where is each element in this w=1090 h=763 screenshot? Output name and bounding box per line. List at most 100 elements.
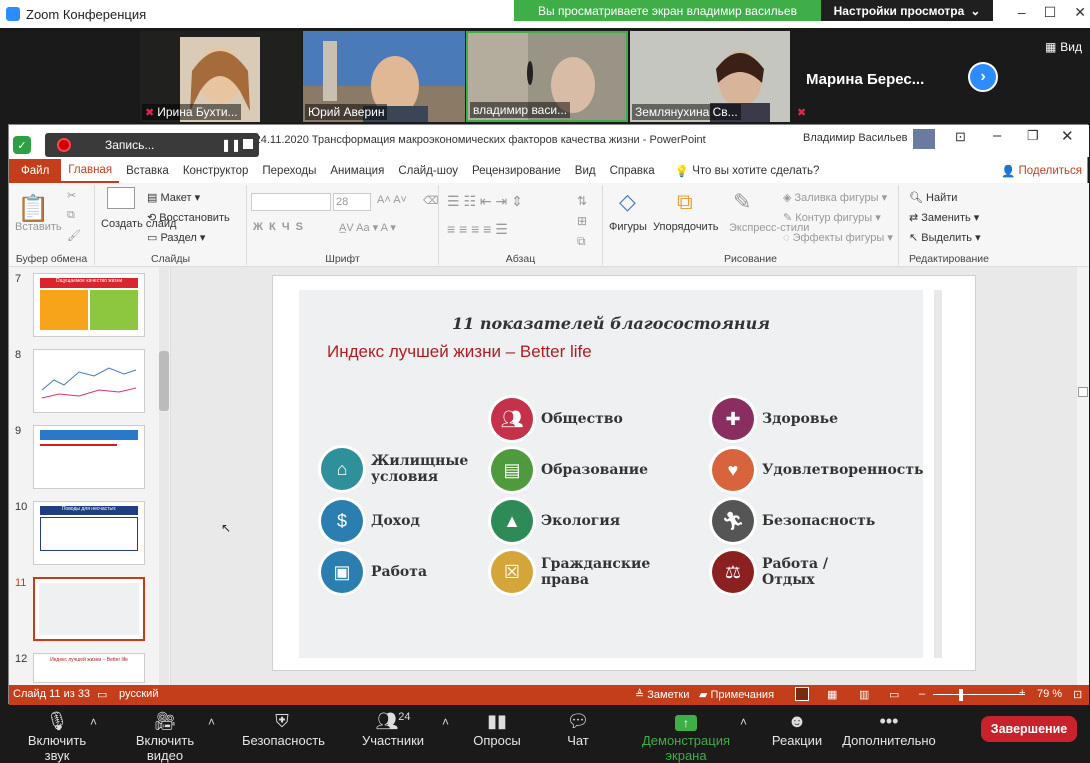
slide-thumbnail-8[interactable] [33, 349, 145, 413]
grid-icon: ▦ [1044, 40, 1057, 54]
spacing-case-icons[interactable]: A̲V Aa ▾ A ▾ [339, 221, 396, 234]
reading-view-icon[interactable]: ▥ [859, 688, 869, 701]
cut-icon[interactable]: ✂ [67, 189, 76, 202]
stop-icon[interactable] [243, 139, 253, 149]
find-button[interactable]: 🔍︎ Найти [909, 191, 957, 204]
minimize-icon[interactable]: – [1018, 4, 1026, 21]
slide-thumbnails-pane[interactable]: 7 Ощущаемое качество жизни 8 9 10 Поводы… [9, 267, 171, 685]
recording-indicator[interactable]: Запись... ❚❚ [45, 133, 259, 157]
slide-vertical-scrollbar[interactable] [1077, 267, 1089, 685]
reset-button[interactable]: ⟲ Восстановить [147, 211, 230, 224]
text-direction-icons[interactable]: ⇅ ⊞ ⧉ [577, 191, 587, 251]
view-button[interactable]: ▦ Вид [1045, 40, 1082, 54]
list-icons[interactable]: ☰ ☷ ⇤ ⇥ ⇕ [447, 193, 523, 210]
tab-slideshow[interactable]: Слайд-шоу [391, 159, 465, 183]
comments-button[interactable]: ▰ Примечания [699, 688, 774, 701]
minimize-icon[interactable]: – [993, 127, 1001, 144]
slide-sorter-icon[interactable]: ▦ [827, 688, 837, 701]
slide-canvas[interactable]: 11 показателей благосостояния Индекс луч… [171, 267, 1077, 685]
unmute-button[interactable]: 🎙︎ Включить звук [14, 711, 100, 763]
restore-icon[interactable]: ❐ [1027, 128, 1039, 144]
spellcheck-icon[interactable]: ▭ [97, 688, 107, 701]
tab-home[interactable]: Главная [61, 159, 120, 183]
new-slide-button[interactable]: Создать слайд [101, 217, 176, 231]
shape-fill-button[interactable]: ◈ Заливка фигуры ▾ [783, 191, 887, 204]
zoom-slider-thumb[interactable] [959, 689, 963, 701]
section-button[interactable]: ▭ Раздел ▾ [147, 231, 205, 244]
participants-button[interactable]: 👥︎24 Участники [360, 711, 426, 748]
font-style-buttons[interactable]: ЖКЧS [253, 221, 309, 233]
start-video-button[interactable]: 🎥︎ Включить видео [116, 711, 214, 763]
clear-format-icon[interactable]: ⌫ [423, 194, 439, 207]
tab-review[interactable]: Рецензирование [465, 159, 568, 183]
indicator-safety: 🏃︎ Безопасность [712, 500, 875, 542]
avatar[interactable] [913, 129, 935, 149]
notes-button[interactable]: ≜ Заметки [635, 688, 689, 701]
layout-button[interactable]: ▤ Макет ▾ [147, 191, 200, 204]
tab-design[interactable]: Конструктор [176, 159, 256, 183]
security-button[interactable]: ⛨ Безопасность [242, 711, 325, 748]
end-meeting-button[interactable]: Завершение [981, 716, 1077, 742]
chevron-up-icon[interactable]: ˄ [740, 715, 747, 729]
replace-button[interactable]: ⇄ Заменить ▾ [909, 211, 979, 224]
zoom-slider[interactable] [933, 694, 1025, 695]
close-icon[interactable]: ✕ [1074, 4, 1086, 21]
chat-button[interactable]: 💬︎ Чат [560, 711, 596, 748]
copy-icon[interactable]: ⧉ [67, 209, 75, 222]
more-button[interactable]: ••• Дополнительно [842, 711, 936, 748]
slide-thumbnail-12[interactable]: Индекс лучшей жизни – Better life [33, 653, 145, 683]
zoom-in-icon[interactable]: + [1019, 687, 1025, 699]
pause-icon[interactable]: ❚❚ [221, 138, 241, 152]
quick-styles-button[interactable]: Экспресс-стили [729, 221, 809, 235]
slide-thumbnail-9[interactable] [33, 425, 145, 489]
tab-help[interactable]: Справка [603, 159, 662, 183]
slide-thumbnail-11-selected[interactable] [33, 577, 145, 641]
chevron-up-icon[interactable]: ˄ [208, 715, 215, 729]
participant-tile[interactable]: ✖ Ирина Бухти... [140, 31, 302, 122]
slideshow-icon[interactable]: ▭ [889, 688, 899, 701]
shape-effects-button[interactable]: ◌ Эффекты фигуры ▾ [783, 231, 893, 244]
slide-thumbnail-7[interactable]: Ощущаемое качество жизни [33, 273, 145, 337]
polls-button[interactable]: ▮▮ Опросы [472, 711, 522, 748]
zoom-percent[interactable]: 79 % [1037, 688, 1062, 700]
font-name-input[interactable] [251, 193, 331, 211]
paste-button[interactable]: Вставить [15, 221, 62, 233]
language-indicator[interactable]: русский [119, 688, 158, 700]
tab-transitions[interactable]: Переходы [255, 159, 323, 183]
tab-view[interactable]: Вид [568, 159, 603, 183]
next-page-arrow-icon[interactable]: › [968, 62, 998, 92]
share-screen-button[interactable]: ↑ Демонстрация экрана [622, 711, 750, 763]
shapes-button[interactable]: Фигуры [609, 221, 647, 233]
tab-file[interactable]: Файл [9, 159, 62, 183]
fit-slide-icon[interactable]: ⊡ [1073, 688, 1082, 701]
participant-tile[interactable]: Юрий Аверин [303, 31, 465, 122]
participant-tile[interactable]: Марина Берес... ✖ [792, 31, 957, 122]
thumbnails-scrollbar[interactable] [159, 267, 169, 685]
ribbon-display-icon[interactable]: ⊡ [955, 129, 966, 145]
chevron-up-icon[interactable]: ˄ [90, 715, 97, 729]
arrange-button[interactable]: Упорядочить [653, 221, 718, 233]
briefcase-icon: ▣ [321, 551, 363, 593]
grow-font-icon[interactable]: A˄ A˅ [377, 194, 407, 206]
close-icon[interactable]: ✕ [1061, 127, 1074, 145]
chevron-up-icon[interactable]: ˄ [442, 715, 449, 729]
reactions-button[interactable]: ☻ Реакции [770, 711, 824, 748]
maximize-icon[interactable]: ☐ [1044, 4, 1057, 21]
align-icons[interactable]: ≡ ≡ ≡ ≡ ☰ [447, 221, 508, 238]
ribbon-tabs: Файл Главная Вставка Конструктор Переход… [9, 159, 1089, 183]
format-painter-icon[interactable]: 🖌 [67, 229, 81, 242]
participant-tile-active-speaker[interactable]: владимир васи... [466, 31, 628, 122]
tell-me-box[interactable]: 💡 Что вы хотите сделать? [668, 159, 827, 183]
share-button[interactable]: 👤 Поделиться [994, 159, 1089, 183]
tab-insert[interactable]: Вставка [119, 159, 176, 183]
shape-outline-button[interactable]: ✎ Контур фигуры ▾ [783, 211, 881, 224]
select-button[interactable]: ↖ Выделить ▾ [909, 231, 981, 244]
zoom-out-icon[interactable]: – [919, 688, 925, 700]
participant-tile[interactable]: Землянухина Св... [630, 31, 790, 122]
current-slide[interactable]: 11 показателей благосостояния Индекс луч… [272, 275, 976, 671]
slide-thumbnail-10[interactable]: Поводы для несчастья: [33, 501, 145, 565]
tab-animation[interactable]: Анимация [323, 159, 391, 183]
view-options-button[interactable]: Настройки просмотра ⌄ [821, 0, 993, 21]
normal-view-icon[interactable] [795, 687, 809, 701]
font-size-input[interactable]: 28 [333, 193, 371, 211]
